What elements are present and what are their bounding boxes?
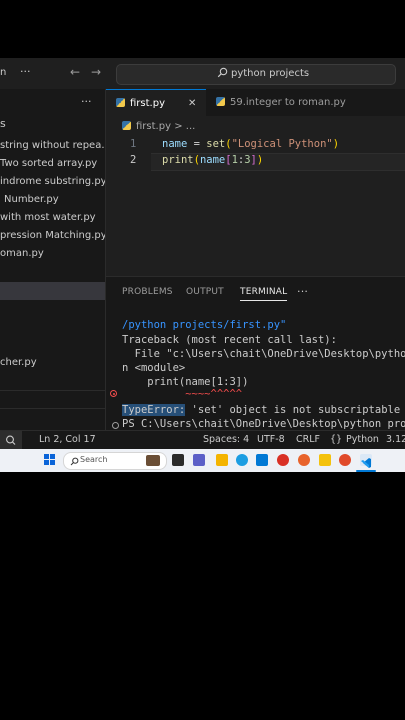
explorer-sidebar: ··· s string without repea... Two sorted… [0, 89, 106, 449]
windows-taskbar: Search [0, 449, 405, 472]
tab-integer-to-roman[interactable]: 59.integer to roman.py [216, 89, 405, 116]
code-line-2: print(name[1:3]) [162, 154, 264, 166]
close-icon[interactable]: ✕ [188, 90, 196, 117]
python-file-icon [216, 97, 225, 106]
terminal-line: /python projects/first.py" [122, 319, 287, 331]
encoding[interactable]: UTF-8 [257, 434, 285, 445]
chrome-icon[interactable] [277, 454, 289, 466]
file-item-selected[interactable] [0, 282, 105, 300]
panel-more-icon[interactable]: ··· [297, 285, 308, 298]
back-arrow-icon[interactable]: ← [70, 65, 80, 79]
breadcrumb-file[interactable]: first.py [136, 121, 171, 132]
brave-icon[interactable] [339, 454, 351, 466]
breadcrumb-more[interactable]: ... [186, 121, 196, 132]
file-explorer-icon[interactable] [216, 454, 228, 466]
terminal-line: print(name[1:3]) [122, 376, 249, 388]
file-item[interactable]: with most water.py [0, 209, 105, 227]
line-number: 2 [130, 154, 137, 166]
tab-label: 59.integer to roman.py [230, 97, 346, 108]
terminal-line: File "c:\Users\chait\OneDrive\Desktop\py… [122, 348, 405, 360]
terminal-line: ~~~~^^^^^ [122, 388, 243, 400]
file-item[interactable]: pression Matching.py [0, 227, 105, 245]
tab-problems[interactable]: PROBLEMS [122, 287, 173, 297]
tab-first-py[interactable]: first.py ✕ [106, 89, 206, 116]
terminal-prompt[interactable]: PS C:\Users\chait\OneDrive\Desktop\pytho… [122, 418, 405, 430]
folder-icon[interactable] [319, 454, 331, 466]
task-view-icon[interactable] [172, 454, 184, 466]
language-braces-icon[interactable]: {} [330, 434, 342, 445]
indentation[interactable]: Spaces: 4 [203, 434, 249, 445]
file-item[interactable]: string without repea... [0, 137, 105, 155]
terminal-error-line: TypeError: 'set' object is not subscript… [122, 404, 400, 416]
sidebar-divider [0, 390, 105, 391]
forward-arrow-icon[interactable]: → [91, 65, 101, 79]
code-line-1: name = set("Logical Python") [162, 138, 340, 150]
breadcrumb: first.py > ... [122, 121, 195, 132]
vscode-window: n ··· ← → python projects ··· s string w… [0, 58, 405, 472]
vscode-icon[interactable] [360, 454, 372, 468]
search-label: Search [80, 455, 108, 464]
teams-icon[interactable] [193, 454, 205, 466]
search-highlight-icon [146, 455, 160, 466]
error-type: TypeError: [122, 404, 186, 416]
python-version[interactable]: 3.12 [386, 434, 405, 445]
tab-label: first.py [130, 98, 165, 109]
windows-start-icon[interactable] [44, 454, 56, 466]
bottom-panel: PROBLEMS OUTPUT TERMINAL ··· /python pro… [106, 276, 405, 432]
search-label: python projects [231, 68, 310, 79]
line-number: 1 [130, 138, 137, 150]
explorer-section-label[interactable]: s [0, 117, 6, 130]
editor-tabs: first.py ✕ 59.integer to roman.py [106, 89, 405, 117]
sidebar-divider [0, 408, 105, 409]
prompt-dot-icon [112, 422, 119, 429]
error-dot-icon [110, 390, 117, 397]
file-item[interactable]: Two sorted array.py [0, 155, 105, 173]
terminal-line: n <module> [122, 362, 186, 374]
firefox-icon[interactable] [298, 454, 310, 466]
error-message: 'set' object is not subscriptable [191, 404, 401, 416]
zoom-icon[interactable] [0, 431, 22, 450]
python-file-icon [116, 98, 125, 107]
taskbar-search[interactable]: Search [63, 452, 167, 470]
search-icon [217, 67, 228, 81]
sidebar-more-icon[interactable]: ··· [81, 95, 92, 108]
file-item[interactable]: oman.py [0, 245, 105, 263]
file-item[interactable]: cher.py [0, 354, 105, 372]
store-icon[interactable] [256, 454, 268, 466]
cursor-position[interactable]: Ln 2, Col 17 [39, 434, 96, 445]
code-editor[interactable]: first.py > ... 1 2 name = set("Logical P… [106, 116, 405, 276]
command-center-search[interactable]: python projects [116, 64, 396, 85]
terminal-line: Traceback (most recent call last): [122, 334, 337, 346]
title-bar: n ··· ← → python projects [0, 58, 405, 90]
file-item[interactable]: Number.py [0, 191, 105, 209]
edge-icon[interactable] [236, 454, 248, 466]
file-item[interactable]: indrome substring.py [0, 173, 105, 191]
tab-terminal[interactable]: TERMINAL [240, 287, 288, 301]
menu-label[interactable]: n [0, 67, 6, 78]
tab-output[interactable]: OUTPUT [186, 287, 224, 297]
active-app-indicator [356, 470, 376, 472]
language-mode[interactable]: Python [346, 434, 379, 445]
line-ending[interactable]: CRLF [296, 434, 320, 445]
more-icon[interactable]: ··· [20, 65, 31, 78]
python-file-icon [122, 121, 131, 130]
status-bar: Ln 2, Col 17 Spaces: 4 UTF-8 CRLF {} Pyt… [0, 430, 405, 450]
search-icon [70, 454, 79, 469]
breadcrumb-separator: > [174, 121, 183, 132]
